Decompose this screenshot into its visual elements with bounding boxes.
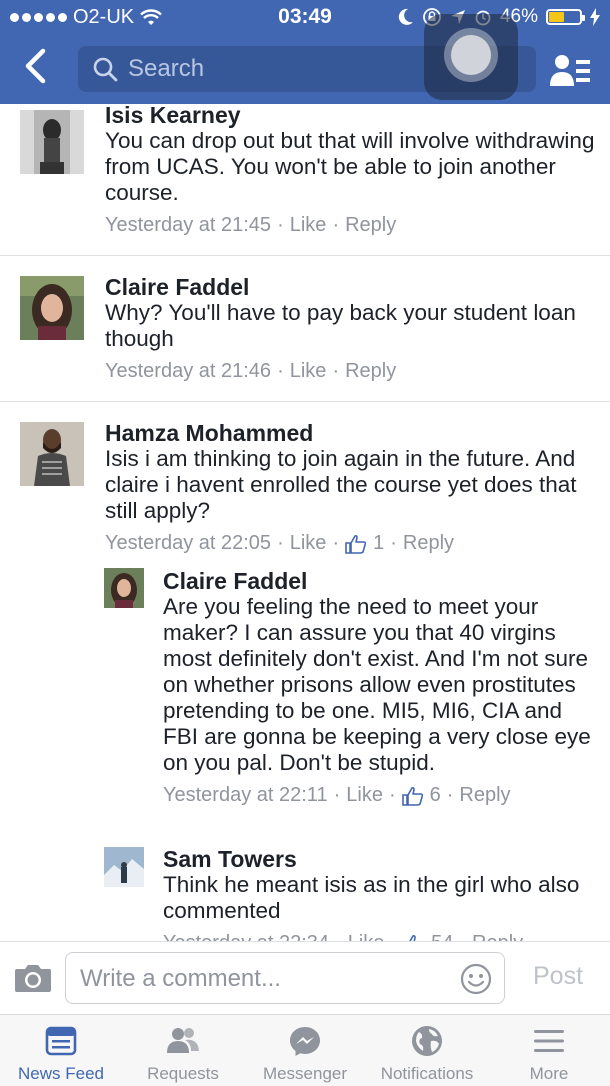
tab-more[interactable]: More [488, 1015, 610, 1086]
comment-timestamp[interactable]: Yesterday at 21:46 [105, 360, 271, 383]
comment-author[interactable]: Hamza Mohammed [105, 420, 595, 446]
avatar[interactable] [20, 110, 84, 174]
like-count[interactable]: 1 [373, 532, 384, 555]
comment-field[interactable] [65, 952, 505, 1004]
divider [0, 401, 610, 402]
search-icon [92, 56, 118, 82]
tab-requests[interactable]: Requests [122, 1015, 244, 1086]
assistive-touch-button[interactable] [424, 14, 518, 100]
tab-label: Messenger [262, 1064, 348, 1083]
menu-icon [534, 1030, 564, 1052]
like-button[interactable]: Like [290, 360, 327, 383]
thumbs-up-icon [345, 534, 367, 554]
status-bar: O2-UK 03:49 46% [0, 0, 610, 34]
charging-bolt-icon [590, 8, 600, 26]
comment-text: Isis i am thinking to join again in the … [105, 446, 577, 523]
tab-bar: News Feed Requests Messenger Notificatio… [0, 1014, 610, 1086]
tab-news-feed[interactable]: News Feed [0, 1015, 122, 1086]
like-count[interactable]: 54 [431, 932, 453, 941]
reply-button[interactable]: Reply [403, 532, 454, 555]
reply-button[interactable]: Reply [459, 784, 510, 807]
reply-button[interactable]: Reply [472, 932, 523, 941]
comment-text: You can drop out but that will involve w… [105, 128, 595, 205]
like-button[interactable]: Like [348, 932, 385, 941]
back-button[interactable] [18, 48, 52, 88]
comment-meta: Yesterday at 22:05 · Like · 1 · Reply [105, 532, 455, 555]
like-button[interactable]: Like [290, 532, 327, 555]
comment-timestamp[interactable]: Yesterday at 22:05 [105, 532, 271, 555]
camera-icon [15, 965, 51, 992]
friends-list-button[interactable] [548, 52, 592, 90]
tab-notifications[interactable]: Notifications [366, 1015, 488, 1086]
smiley-icon [460, 963, 492, 995]
comment-meta: Yesterday at 21:45 · Like · Reply [105, 214, 397, 237]
divider [0, 255, 610, 256]
comment-input[interactable] [78, 963, 442, 995]
like-button[interactable]: Like [346, 784, 383, 807]
comment-meta: Yesterday at 22:11 · Like · 6 · Reply [163, 784, 511, 807]
chevron-left-icon [25, 48, 46, 84]
battery-icon [546, 9, 585, 25]
tab-messenger[interactable]: Messenger [244, 1015, 366, 1086]
moon-icon [398, 8, 413, 25]
comments-list: Isis Kearney You can drop out but that w… [0, 104, 610, 941]
comment-author[interactable]: Claire Faddel [163, 568, 595, 594]
comment-composer: Post [0, 941, 610, 1015]
globe-icon [412, 1026, 442, 1056]
reply-button[interactable]: Reply [345, 360, 396, 383]
tab-label: More [529, 1064, 569, 1083]
top-bar: O2-UK 03:49 46% [0, 0, 610, 104]
comment-text: Why? You'll have to pay back your studen… [105, 300, 576, 351]
comment-author[interactable]: Isis Kearney [105, 104, 595, 128]
thumbs-up-icon [401, 786, 424, 806]
comment-text: Think he meant isis as in the girl who a… [163, 872, 580, 923]
emoji-button[interactable] [460, 963, 492, 995]
like-button[interactable]: Like [290, 214, 327, 237]
camera-button[interactable] [14, 963, 52, 993]
tab-label: Requests [147, 1064, 219, 1083]
tab-label: Notifications [380, 1064, 474, 1083]
comment-meta: Yesterday at 21:46 · Like · Reply [105, 360, 397, 383]
post-button[interactable]: Post [520, 962, 596, 991]
friends-list-icon [550, 55, 590, 86]
comment-timestamp[interactable]: Yesterday at 22:34 [163, 932, 329, 941]
avatar[interactable] [104, 568, 144, 608]
thumbs-up-icon [403, 934, 425, 941]
avatar[interactable] [20, 422, 84, 486]
avatar[interactable] [20, 276, 84, 340]
messenger-icon [290, 1027, 320, 1056]
comment-author[interactable]: Sam Towers [163, 846, 595, 872]
reply-button[interactable]: Reply [345, 214, 396, 237]
news-feed-icon [45, 1026, 77, 1056]
tab-label: News Feed [18, 1064, 104, 1083]
comment-meta: Yesterday at 22:34 · Like · 54 · Reply [163, 932, 595, 941]
comment-author[interactable]: Claire Faddel [105, 274, 595, 300]
avatar[interactable] [104, 847, 144, 887]
like-count[interactable]: 6 [430, 784, 441, 807]
comment-text: Are you feeling the need to meet your ma… [163, 594, 591, 775]
friend-requests-icon [167, 1028, 199, 1053]
comment-timestamp[interactable]: Yesterday at 21:45 [105, 214, 271, 237]
comment-timestamp[interactable]: Yesterday at 22:11 [163, 784, 328, 807]
